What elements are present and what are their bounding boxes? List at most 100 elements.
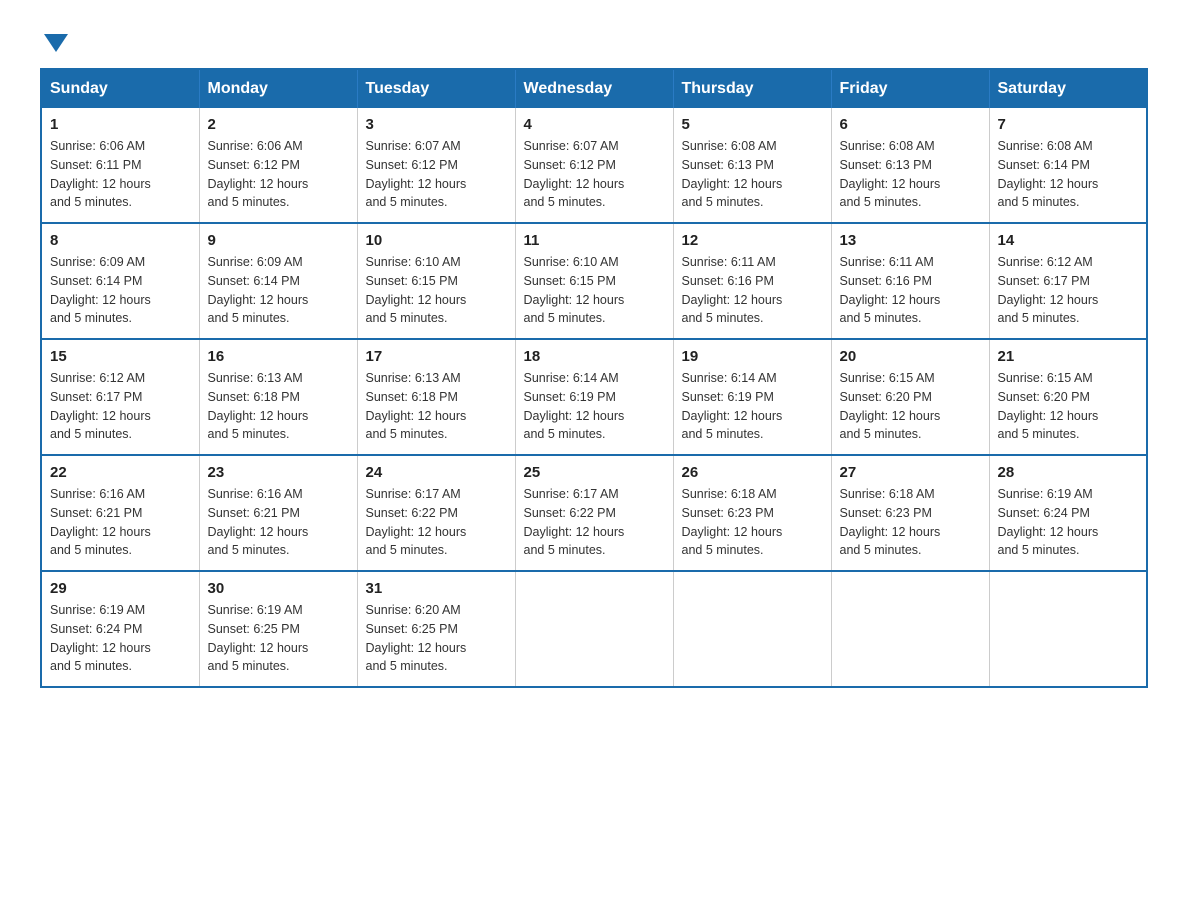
- calendar-cell: 7 Sunrise: 6:08 AMSunset: 6:14 PMDaylight…: [989, 108, 1147, 223]
- calendar-header-row: SundayMondayTuesdayWednesdayThursdayFrid…: [41, 69, 1147, 108]
- col-header-wednesday: Wednesday: [515, 69, 673, 108]
- day-number: 15: [50, 348, 191, 365]
- day-info: Sunrise: 6:08 AMSunset: 6:13 PMDaylight:…: [682, 137, 823, 212]
- col-header-saturday: Saturday: [989, 69, 1147, 108]
- calendar-cell: 3 Sunrise: 6:07 AMSunset: 6:12 PMDaylight…: [357, 108, 515, 223]
- calendar-cell: 4 Sunrise: 6:07 AMSunset: 6:12 PMDaylight…: [515, 108, 673, 223]
- day-info: Sunrise: 6:18 AMSunset: 6:23 PMDaylight:…: [682, 485, 823, 560]
- day-info: Sunrise: 6:08 AMSunset: 6:14 PMDaylight:…: [998, 137, 1139, 212]
- day-info: Sunrise: 6:11 AMSunset: 6:16 PMDaylight:…: [840, 253, 981, 328]
- day-number: 29: [50, 580, 191, 597]
- col-header-thursday: Thursday: [673, 69, 831, 108]
- day-number: 5: [682, 116, 823, 133]
- calendar-week-row: 29 Sunrise: 6:19 AMSunset: 6:24 PMDayligh…: [41, 571, 1147, 687]
- calendar-cell: [989, 571, 1147, 687]
- day-info: Sunrise: 6:06 AMSunset: 6:12 PMDaylight:…: [208, 137, 349, 212]
- calendar-cell: 14Sunrise: 6:12 AMSunset: 6:17 PMDayligh…: [989, 223, 1147, 339]
- day-number: 13: [840, 232, 981, 249]
- col-header-sunday: Sunday: [41, 69, 199, 108]
- day-number: 27: [840, 464, 981, 481]
- calendar-cell: 1 Sunrise: 6:06 AMSunset: 6:11 PMDaylight…: [41, 108, 199, 223]
- calendar-cell: 11 Sunrise: 6:10 AMSunset: 6:15 PMDayligh…: [515, 223, 673, 339]
- day-info: Sunrise: 6:12 AMSunset: 6:17 PMDaylight:…: [50, 369, 191, 444]
- day-number: 11: [524, 232, 665, 249]
- day-info: Sunrise: 6:10 AMSunset: 6:15 PMDaylight:…: [366, 253, 507, 328]
- day-info: Sunrise: 6:17 AMSunset: 6:22 PMDaylight:…: [366, 485, 507, 560]
- day-info: Sunrise: 6:15 AMSunset: 6:20 PMDaylight:…: [840, 369, 981, 444]
- col-header-monday: Monday: [199, 69, 357, 108]
- calendar-cell: 6Sunrise: 6:08 AMSunset: 6:13 PMDaylight…: [831, 108, 989, 223]
- day-number: 18: [524, 348, 665, 365]
- day-info: Sunrise: 6:13 AMSunset: 6:18 PMDaylight:…: [208, 369, 349, 444]
- calendar-cell: 18Sunrise: 6:14 AMSunset: 6:19 PMDayligh…: [515, 339, 673, 455]
- calendar-week-row: 1 Sunrise: 6:06 AMSunset: 6:11 PMDaylight…: [41, 108, 1147, 223]
- day-number: 26: [682, 464, 823, 481]
- day-number: 20: [840, 348, 981, 365]
- day-info: Sunrise: 6:09 AMSunset: 6:14 PMDaylight:…: [208, 253, 349, 328]
- calendar-cell: 27Sunrise: 6:18 AMSunset: 6:23 PMDayligh…: [831, 455, 989, 571]
- day-info: Sunrise: 6:09 AMSunset: 6:14 PMDaylight:…: [50, 253, 191, 328]
- day-number: 2: [208, 116, 349, 133]
- calendar-cell: 21 Sunrise: 6:15 AMSunset: 6:20 PMDayligh…: [989, 339, 1147, 455]
- day-number: 3: [366, 116, 507, 133]
- calendar-cell: [831, 571, 989, 687]
- calendar-cell: 5 Sunrise: 6:08 AMSunset: 6:13 PMDaylight…: [673, 108, 831, 223]
- calendar-cell: 15 Sunrise: 6:12 AMSunset: 6:17 PMDayligh…: [41, 339, 199, 455]
- day-info: Sunrise: 6:14 AMSunset: 6:19 PMDaylight:…: [682, 369, 823, 444]
- calendar-cell: 26 Sunrise: 6:18 AMSunset: 6:23 PMDayligh…: [673, 455, 831, 571]
- calendar-cell: 30 Sunrise: 6:19 AMSunset: 6:25 PMDayligh…: [199, 571, 357, 687]
- day-info: Sunrise: 6:20 AMSunset: 6:25 PMDaylight:…: [366, 601, 507, 676]
- day-info: Sunrise: 6:07 AMSunset: 6:12 PMDaylight:…: [524, 137, 665, 212]
- day-info: Sunrise: 6:19 AMSunset: 6:24 PMDaylight:…: [998, 485, 1139, 560]
- day-info: Sunrise: 6:10 AMSunset: 6:15 PMDaylight:…: [524, 253, 665, 328]
- calendar-cell: 31 Sunrise: 6:20 AMSunset: 6:25 PMDayligh…: [357, 571, 515, 687]
- day-number: 19: [682, 348, 823, 365]
- logo: [40, 30, 68, 48]
- day-number: 9: [208, 232, 349, 249]
- calendar-table: SundayMondayTuesdayWednesdayThursdayFrid…: [40, 68, 1148, 688]
- day-info: Sunrise: 6:15 AMSunset: 6:20 PMDaylight:…: [998, 369, 1139, 444]
- day-number: 1: [50, 116, 191, 133]
- calendar-cell: 29 Sunrise: 6:19 AMSunset: 6:24 PMDayligh…: [41, 571, 199, 687]
- calendar-cell: 24 Sunrise: 6:17 AMSunset: 6:22 PMDayligh…: [357, 455, 515, 571]
- calendar-cell: [673, 571, 831, 687]
- day-number: 4: [524, 116, 665, 133]
- day-number: 22: [50, 464, 191, 481]
- day-number: 6: [840, 116, 981, 133]
- day-info: Sunrise: 6:13 AMSunset: 6:18 PMDaylight:…: [366, 369, 507, 444]
- day-number: 12: [682, 232, 823, 249]
- day-info: Sunrise: 6:19 AMSunset: 6:25 PMDaylight:…: [208, 601, 349, 676]
- calendar-cell: 13 Sunrise: 6:11 AMSunset: 6:16 PMDayligh…: [831, 223, 989, 339]
- calendar-cell: 19 Sunrise: 6:14 AMSunset: 6:19 PMDayligh…: [673, 339, 831, 455]
- day-number: 21: [998, 348, 1139, 365]
- day-info: Sunrise: 6:16 AMSunset: 6:21 PMDaylight:…: [50, 485, 191, 560]
- day-number: 7: [998, 116, 1139, 133]
- page-header: [40, 30, 1148, 48]
- day-number: 23: [208, 464, 349, 481]
- calendar-cell: 16 Sunrise: 6:13 AMSunset: 6:18 PMDayligh…: [199, 339, 357, 455]
- logo-general: [40, 30, 68, 52]
- day-number: 24: [366, 464, 507, 481]
- calendar-cell: 28Sunrise: 6:19 AMSunset: 6:24 PMDayligh…: [989, 455, 1147, 571]
- day-info: Sunrise: 6:11 AMSunset: 6:16 PMDaylight:…: [682, 253, 823, 328]
- day-number: 10: [366, 232, 507, 249]
- day-info: Sunrise: 6:06 AMSunset: 6:11 PMDaylight:…: [50, 137, 191, 212]
- calendar-cell: 23Sunrise: 6:16 AMSunset: 6:21 PMDayligh…: [199, 455, 357, 571]
- col-header-friday: Friday: [831, 69, 989, 108]
- calendar-cell: 17 Sunrise: 6:13 AMSunset: 6:18 PMDayligh…: [357, 339, 515, 455]
- day-number: 14: [998, 232, 1139, 249]
- day-number: 16: [208, 348, 349, 365]
- day-number: 25: [524, 464, 665, 481]
- day-number: 30: [208, 580, 349, 597]
- day-number: 8: [50, 232, 191, 249]
- calendar-week-row: 8 Sunrise: 6:09 AMSunset: 6:14 PMDaylight…: [41, 223, 1147, 339]
- calendar-cell: [515, 571, 673, 687]
- calendar-week-row: 22 Sunrise: 6:16 AMSunset: 6:21 PMDayligh…: [41, 455, 1147, 571]
- day-info: Sunrise: 6:19 AMSunset: 6:24 PMDaylight:…: [50, 601, 191, 676]
- calendar-cell: 10 Sunrise: 6:10 AMSunset: 6:15 PMDayligh…: [357, 223, 515, 339]
- day-number: 17: [366, 348, 507, 365]
- day-info: Sunrise: 6:07 AMSunset: 6:12 PMDaylight:…: [366, 137, 507, 212]
- logo-arrow-icon: [44, 34, 68, 52]
- calendar-cell: 9 Sunrise: 6:09 AMSunset: 6:14 PMDaylight…: [199, 223, 357, 339]
- day-number: 31: [366, 580, 507, 597]
